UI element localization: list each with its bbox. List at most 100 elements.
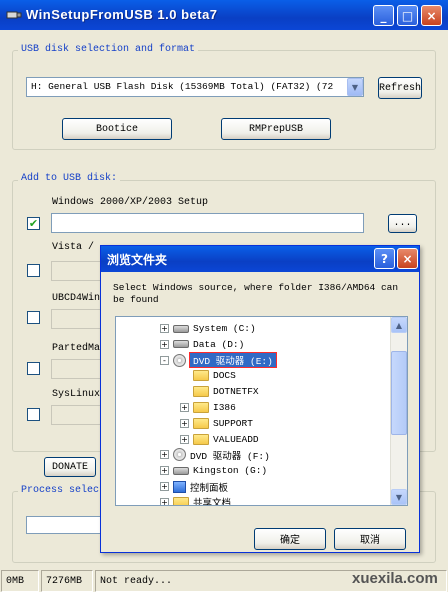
dialog-title-bar[interactable]: 浏览文件夹 ? × (101, 246, 419, 272)
add-to-usb-label: Add to USB disk: (18, 173, 121, 184)
expand-icon[interactable]: + (160, 466, 169, 476)
chevron-up-icon: ▲ (395, 320, 403, 330)
partedmagic-path-input[interactable] (51, 359, 101, 379)
tree-scrollbar[interactable]: ▲ ▼ (390, 317, 407, 505)
tree-node-label: VALUEADD (213, 433, 259, 445)
tree-node[interactable]: + I386 (180, 400, 236, 415)
usb-drive-icon (173, 466, 189, 475)
dialog-prompt: Select Windows source, where folder I386… (113, 282, 399, 305)
tree-node-label: I386 (213, 402, 236, 413)
rmprepusb-button[interactable]: RMPrepUSB (221, 118, 331, 140)
scroll-down-button[interactable]: ▼ (391, 489, 407, 505)
window-title: WinSetupFromUSB 1.0 beta7 (26, 7, 218, 22)
folder-icon (193, 433, 209, 445)
maximize-icon: □ (401, 8, 414, 23)
dialog-title: 浏览文件夹 (107, 253, 168, 267)
cancel-button[interactable]: 取消 (334, 528, 406, 550)
cd-drive-icon (173, 353, 186, 367)
folder-icon (193, 417, 209, 429)
ubcd4win-checkbox[interactable] (27, 311, 40, 324)
browse-folder-dialog: 浏览文件夹 ? × Select Windows source, where f… (100, 245, 420, 553)
donate-button[interactable]: DONATE (44, 457, 96, 477)
ubcd4win-path-input[interactable] (51, 309, 101, 329)
folder-icon (193, 386, 209, 398)
close-icon: × (426, 8, 437, 23)
dialog-close-button[interactable]: × (397, 248, 418, 269)
folder-icon (193, 402, 209, 413)
tree-node-label: DOCS (213, 370, 236, 382)
maximize-button[interactable]: □ (397, 5, 418, 26)
ubcd4win-label: UBCD4Win (52, 293, 101, 304)
tree-node[interactable]: + Kingston (G:) (160, 463, 267, 478)
tree-node-label: Kingston (G:) (193, 465, 268, 477)
collapse-icon[interactable]: - (160, 355, 169, 365)
usb-app-icon (6, 11, 22, 19)
expand-icon (180, 387, 189, 396)
status-disk-size: 7276MB (41, 570, 93, 592)
tree-node[interactable]: - DVD 驱动器 (E:) (160, 352, 277, 369)
windows-setup-path-input[interactable] (51, 213, 364, 233)
tree-node[interactable]: + DVD 驱动器 (F:) (160, 447, 270, 462)
tree-node[interactable]: + 共享文档 (160, 495, 232, 506)
syslinux-path-input[interactable] (51, 405, 101, 425)
tree-node-label: 共享文档 (193, 498, 232, 506)
tree-node[interactable]: DOCS (180, 368, 236, 383)
tree-node[interactable]: DOTNETFX (180, 384, 259, 399)
tree-node-label: DOTNETFX (213, 386, 259, 398)
tree-node-label: DVD 驱动器 (F:) (190, 450, 270, 462)
tree-node[interactable]: + VALUEADD (180, 432, 259, 447)
tree-node[interactable]: + 控制面板 (160, 479, 228, 494)
expand-icon[interactable]: + (160, 324, 169, 333)
status-free-space: 0MB (1, 570, 39, 592)
expand-icon[interactable]: + (160, 450, 169, 460)
expand-icon[interactable]: + (180, 418, 189, 428)
minimize-icon: _ (380, 8, 387, 23)
bootice-button[interactable]: Bootice (62, 118, 172, 140)
checkmark-icon: ✔ (28, 217, 39, 230)
usb-selection-label: USB disk selection and format (18, 44, 199, 55)
expand-icon[interactable]: + (160, 339, 169, 349)
expand-icon[interactable]: + (180, 403, 189, 412)
windows-setup-label: Windows 2000/XP/2003 Setup (52, 197, 209, 208)
tree-node-label: System (C:) (193, 323, 256, 334)
chevron-down-icon[interactable]: ▼ (347, 78, 363, 96)
scroll-thumb[interactable] (391, 351, 407, 435)
expand-icon[interactable]: + (160, 482, 169, 491)
close-button[interactable]: × (421, 5, 442, 26)
tree-node-label: DVD 驱动器 (E:) (189, 352, 277, 369)
ok-button[interactable]: 确定 (254, 528, 326, 550)
windows-setup-checkbox[interactable]: ✔ (27, 217, 40, 230)
syslinux-label: SysLinux (52, 389, 101, 400)
usb-disk-value: H: General USB Flash Disk (15369MB Total… (31, 81, 334, 92)
progress-bar (26, 516, 106, 534)
process-label: Process selec (18, 485, 103, 496)
tree-node[interactable]: + System (C:) (160, 321, 256, 336)
hard-drive-icon (173, 324, 189, 333)
tree-node-label: Data (D:) (193, 338, 245, 350)
tree-node-label: 控制面板 (190, 482, 229, 494)
vista-path-input[interactable] (51, 261, 101, 281)
browse-button[interactable]: ... (388, 214, 417, 233)
minimize-button[interactable]: _ (373, 5, 394, 26)
tree-node[interactable]: + SUPPORT (180, 416, 253, 431)
expand-icon (180, 371, 189, 380)
partedmagic-label: PartedMa (52, 343, 101, 354)
syslinux-checkbox[interactable] (27, 408, 40, 421)
hard-drive-icon (173, 340, 189, 349)
folder-icon (173, 496, 189, 505)
partedmagic-checkbox[interactable] (27, 362, 40, 375)
control-panel-icon (173, 480, 186, 493)
tree-node[interactable]: + Data (D:) (160, 337, 244, 352)
expand-icon[interactable]: + (160, 497, 169, 505)
refresh-button[interactable]: Refresh (378, 77, 422, 99)
tree-node-label: SUPPORT (213, 417, 253, 429)
scroll-up-button[interactable]: ▲ (391, 317, 407, 333)
help-icon: ? (381, 251, 388, 266)
usb-disk-dropdown[interactable]: H: General USB Flash Disk (15369MB Total… (26, 77, 364, 97)
vista-checkbox[interactable] (27, 264, 40, 277)
main-title-bar[interactable]: WinSetupFromUSB 1.0 beta7 _ □ × (0, 0, 448, 30)
expand-icon[interactable]: + (180, 434, 189, 444)
help-button[interactable]: ? (374, 248, 395, 269)
close-icon: × (402, 251, 413, 266)
folder-tree[interactable]: + System (C:) + Data (D:) - DVD 驱动器 (E:) DOCS D… (115, 316, 408, 506)
